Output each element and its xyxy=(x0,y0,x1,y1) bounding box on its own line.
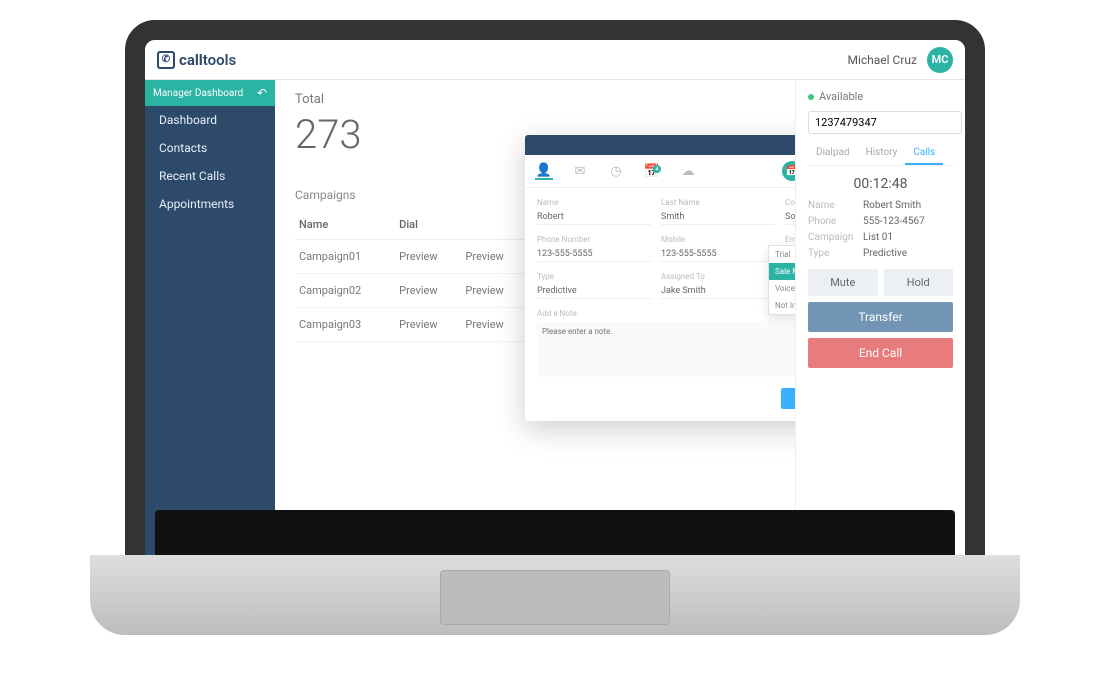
history-tab-icon[interactable]: ◷ xyxy=(607,162,625,180)
status-indicator[interactable]: Available xyxy=(808,90,953,103)
field-label: Company xyxy=(785,198,795,207)
badge: 4 xyxy=(653,165,661,173)
tab-calls[interactable]: Calls xyxy=(905,142,943,165)
cell-mode: Preview xyxy=(461,274,527,308)
end-call-button[interactable]: End Call xyxy=(808,338,953,368)
call-timer: 00:12:48 xyxy=(808,176,953,192)
phone-input[interactable] xyxy=(537,247,651,262)
name-input[interactable] xyxy=(537,210,651,225)
total-label: Total xyxy=(295,92,775,107)
logo-text-1: call xyxy=(179,51,203,69)
mobile-input[interactable] xyxy=(661,247,775,262)
cell-dial: Preview xyxy=(395,240,461,274)
info-label: Phone xyxy=(808,216,863,227)
sidebar-item-recent-calls[interactable]: Recent Calls xyxy=(145,162,275,190)
tab-history[interactable]: History xyxy=(858,142,906,165)
transfer-button[interactable]: Transfer xyxy=(808,302,953,332)
field-label: Phone Number xyxy=(537,235,651,244)
logo: ✆ calltools xyxy=(157,51,847,69)
info-value: Predictive xyxy=(863,248,907,259)
note-textarea[interactable] xyxy=(537,322,795,377)
calendar-tab-icon[interactable]: 📅4 xyxy=(643,162,661,180)
phone-icon: ✆ xyxy=(157,51,175,69)
cell-mode: Preview xyxy=(461,308,527,342)
cloud-tab-icon[interactable]: ☁ xyxy=(679,162,697,180)
manager-dashboard-banner[interactable]: Manager Dashboard ↶ xyxy=(145,80,275,106)
type-input[interactable] xyxy=(537,284,651,299)
field-label: Email xyxy=(785,235,795,244)
logo-text-2: tools xyxy=(203,51,236,69)
col-name: Name xyxy=(295,210,395,240)
field-label: Mobile xyxy=(661,235,775,244)
dropdown-option-selected[interactable]: Sale Made xyxy=(769,263,795,280)
assigned-input[interactable] xyxy=(661,284,775,299)
mute-button[interactable]: Mute xyxy=(808,269,878,296)
company-input[interactable] xyxy=(785,210,795,225)
banner-label: Manager Dashboard xyxy=(153,88,243,99)
dialog-titlebar[interactable]: — ✕ xyxy=(525,135,795,155)
contact-tab-icon[interactable]: 👤 xyxy=(535,162,553,180)
right-panel: Available Call Dialpad History Calls 00:… xyxy=(795,80,965,560)
dropdown-option[interactable]: Not Interested xyxy=(769,297,795,314)
dropdown-option[interactable]: Voicemail xyxy=(769,280,795,297)
dropdown-option[interactable]: Trial xyxy=(769,246,795,263)
cell-mode: Preview xyxy=(461,240,527,274)
note-label: Add a Note xyxy=(537,309,795,318)
field-label: Last Name xyxy=(661,198,775,207)
col-dial: Dial xyxy=(395,210,461,240)
hold-button[interactable]: Hold xyxy=(884,269,954,296)
info-value: List 01 xyxy=(863,232,893,243)
back-icon[interactable]: ↶ xyxy=(257,86,267,100)
info-label: Campaign xyxy=(808,232,863,243)
sidebar: Manager Dashboard ↶ Dashboard Contacts R… xyxy=(145,80,275,560)
info-value: Robert Smith xyxy=(863,200,921,211)
info-label: Type xyxy=(808,248,863,259)
sidebar-item-contacts[interactable]: Contacts xyxy=(145,134,275,162)
status-text: Available xyxy=(819,90,863,103)
status-dot-icon xyxy=(808,94,814,100)
cell-name: Campaign02 xyxy=(295,274,395,308)
field-label: Assigned To xyxy=(661,272,775,281)
user-name: Michael Cruz xyxy=(847,53,917,67)
dial-input[interactable] xyxy=(808,111,962,134)
cell-dial: Preview xyxy=(395,308,461,342)
contact-dialog: — ✕ 👤 ✉ ◷ 📅4 ☁ 📅 ✆ xyxy=(525,135,795,421)
avatar[interactable]: MC xyxy=(927,47,953,73)
cell-dial: Preview xyxy=(395,274,461,308)
sidebar-item-dashboard[interactable]: Dashboard xyxy=(145,106,275,134)
cell-name: Campaign01 xyxy=(295,240,395,274)
save-button[interactable]: Save xyxy=(781,388,795,409)
tab-dialpad[interactable]: Dialpad xyxy=(808,142,858,165)
laptop-screen: ✆ calltools Michael Cruz MC Manager Dash… xyxy=(125,20,985,580)
laptop-trackpad xyxy=(440,570,670,625)
sidebar-item-appointments[interactable]: Appointments xyxy=(145,190,275,218)
info-label: Name xyxy=(808,200,863,211)
field-label: Name xyxy=(537,198,651,207)
lastname-input[interactable] xyxy=(661,210,775,225)
info-value: 555-123-4567 xyxy=(863,216,925,227)
topbar: ✆ calltools Michael Cruz MC xyxy=(145,40,965,80)
cell-name: Campaign03 xyxy=(295,308,395,342)
field-label: Type xyxy=(537,272,651,281)
email-tab-icon[interactable]: ✉ xyxy=(571,162,589,180)
disposition-dropdown[interactable]: Trial Sale Made Voicemail Not Interested xyxy=(768,245,795,315)
schedule-round-button[interactable]: 📅 xyxy=(782,161,795,181)
main-content: Total 273 Campaigns Name Dial Campaign01… xyxy=(275,80,795,560)
